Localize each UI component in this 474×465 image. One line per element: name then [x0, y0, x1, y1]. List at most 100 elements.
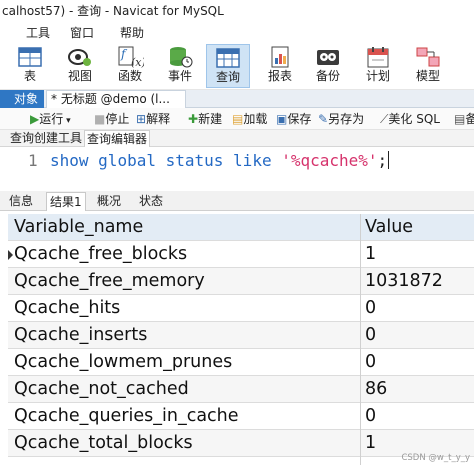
play-icon: ▶ [30, 112, 40, 126]
save-button[interactable]: ▣保存 [276, 111, 311, 127]
table-icon [18, 47, 42, 67]
save-as-label: 另存为 [328, 112, 365, 126]
cell-variable-name[interactable]: Qcache_total_blocks [14, 430, 360, 457]
cell-value[interactable]: 0 [365, 403, 473, 430]
toolbar-model-label: 模型 [415, 69, 440, 83]
more-button[interactable]: ▤备 [454, 111, 474, 127]
load-button[interactable]: ▤加载 [232, 111, 267, 127]
view-icon [68, 49, 91, 66]
cell-variable-name[interactable]: Qcache_free_memory [14, 268, 360, 295]
stop-icon: ■ [94, 112, 106, 126]
grid-header-row: Variable_name Value [8, 214, 474, 241]
toolbar-table-label: 表 [23, 69, 36, 83]
load-label: 加载 [243, 112, 268, 126]
query-subtabs: 查询创建工具 查询编辑器 [0, 130, 474, 147]
function-icon: (x) f [118, 46, 144, 69]
toolbar-query-label: 查询 [215, 70, 240, 84]
table-row[interactable]: Qcache_free_blocks 1 [8, 241, 474, 268]
model-icon [416, 47, 440, 67]
sql-editor[interactable]: 1 show global status like '%qcache%'; [0, 147, 474, 189]
tab-profile[interactable]: 概况 [94, 192, 124, 211]
cell-variable-name[interactable]: Qcache_free_blocks [14, 241, 360, 268]
toolbar-view-button[interactable]: 视图 [58, 44, 102, 88]
save-label: 保存 [287, 112, 312, 126]
menu-window[interactable]: 窗口 [70, 24, 94, 41]
sql-code: show global status like '%qcache%'; [50, 151, 390, 170]
window-title: calhost57) - 查询 - Navicat for MySQL [0, 0, 474, 22]
schedule-icon [367, 47, 389, 68]
tab-query-editor[interactable]: 查询编辑器 [84, 130, 151, 147]
sql-keyword-like: like [233, 151, 272, 170]
column-divider[interactable] [360, 214, 361, 465]
toolbar-backup-button[interactable]: 备份 [306, 44, 350, 88]
toolbar-model-button[interactable]: 模型 [406, 44, 450, 88]
backup-icon [317, 50, 339, 65]
toolbar-schedule-button[interactable]: 计划 [356, 44, 400, 88]
toolbar-view-label: 视图 [67, 69, 92, 83]
toolbar-event-label: 事件 [167, 69, 192, 83]
cell-variable-name[interactable]: Qcache_inserts [14, 322, 360, 349]
document-tabs: 对象 * 无标题 @demo (l... [0, 90, 474, 108]
column-header-value[interactable]: Value [365, 214, 473, 241]
new-button[interactable]: ✚新建 [188, 111, 222, 127]
run-button[interactable]: ▶运行 ▾ [30, 111, 71, 129]
result-grid[interactable]: Variable_name Value Qcache_free_blocks 1… [8, 214, 474, 465]
beautify-sql-button[interactable]: ⟋美化 SQL [380, 111, 440, 127]
folder-icon: ▤ [232, 112, 244, 126]
table-row[interactable]: Qcache_not_cached 86 [8, 376, 474, 403]
cell-variable-name[interactable]: Qcache_not_cached [14, 376, 360, 403]
toolbar-event-button[interactable]: 事件 [158, 44, 202, 88]
run-label: 运行 [39, 112, 64, 126]
column-header-variable-name[interactable]: Variable_name [14, 214, 360, 241]
tab-status[interactable]: 状态 [136, 192, 166, 211]
cell-variable-name[interactable]: Qcache_lowmem_prunes [14, 349, 360, 376]
toolbar-backup-label: 备份 [315, 69, 340, 83]
table-row[interactable]: Qcache_lowmem_prunes 0 [8, 349, 474, 376]
new-icon: ✚ [188, 112, 199, 126]
cell-variable-name[interactable]: Qcache_queries_in_cache [14, 403, 360, 430]
tab-query-builder[interactable]: 查询创建工具 [8, 130, 84, 147]
cell-value[interactable]: 0 [365, 322, 473, 349]
tab-objects[interactable]: 对象 [0, 90, 44, 108]
cell-value[interactable]: 1031872 [365, 268, 473, 295]
tab-result1[interactable]: 结果1 [46, 192, 86, 211]
toolbar-query-button[interactable]: 查询 [206, 44, 250, 88]
menu-bar: 工具 窗口 帮助 [0, 22, 474, 42]
report-icon [271, 46, 289, 68]
cell-value[interactable]: 0 [365, 349, 473, 376]
beautify-sql-label: 美化 SQL [388, 112, 440, 126]
toolbar-table-button[interactable]: 表 [8, 44, 52, 88]
explain-button[interactable]: ⊞解释 [136, 111, 170, 127]
table-row[interactable]: Qcache_hits 0 [8, 295, 474, 322]
toolbar-schedule-label: 计划 [365, 69, 390, 83]
toolbar-report-label: 报表 [267, 69, 292, 83]
text-cursor [388, 151, 390, 169]
query-toolbar: ▶运行 ▾ ■停止 ⊞解释 ✚新建 ▤加载 ▣保存 ✎另存为 ⟋美化 SQL ▤… [0, 108, 474, 130]
sql-keyword-status: status [165, 151, 224, 170]
result-tabs: 信息 结果1 概况 状态 [0, 191, 474, 211]
save-as-icon: ✎ [318, 112, 329, 126]
tab-query[interactable]: * 无标题 @demo (l... [46, 90, 186, 108]
table-row[interactable]: Qcache_free_memory 1031872 [8, 268, 474, 295]
cell-value[interactable]: 86 [365, 376, 473, 403]
menu-tools[interactable]: 工具 [26, 24, 50, 41]
event-icon [170, 47, 193, 68]
sql-keyword-show: show [50, 151, 89, 170]
save-icon: ▣ [276, 112, 288, 126]
line-number: 1 [28, 151, 38, 170]
stop-label: 停止 [105, 112, 130, 126]
main-toolbar: 表 视图 (x) f 函数 事件 [0, 42, 474, 90]
menu-help[interactable]: 帮助 [120, 24, 144, 41]
sql-terminator: ; [377, 151, 388, 170]
cell-variable-name[interactable]: Qcache_hits [14, 295, 360, 322]
save-as-button[interactable]: ✎另存为 [318, 111, 364, 127]
tab-info[interactable]: 信息 [6, 192, 36, 211]
cell-value[interactable]: 0 [365, 295, 473, 322]
table-row[interactable]: Qcache_inserts 0 [8, 322, 474, 349]
toolbar-report-button[interactable]: 报表 [258, 44, 302, 88]
stop-button[interactable]: ■停止 [94, 111, 129, 127]
cell-value[interactable]: 1 [365, 241, 473, 268]
toolbar-function-button[interactable]: (x) f 函数 [108, 44, 152, 88]
more-label: 备 [465, 112, 474, 126]
table-row[interactable]: Qcache_queries_in_cache 0 [8, 403, 474, 430]
